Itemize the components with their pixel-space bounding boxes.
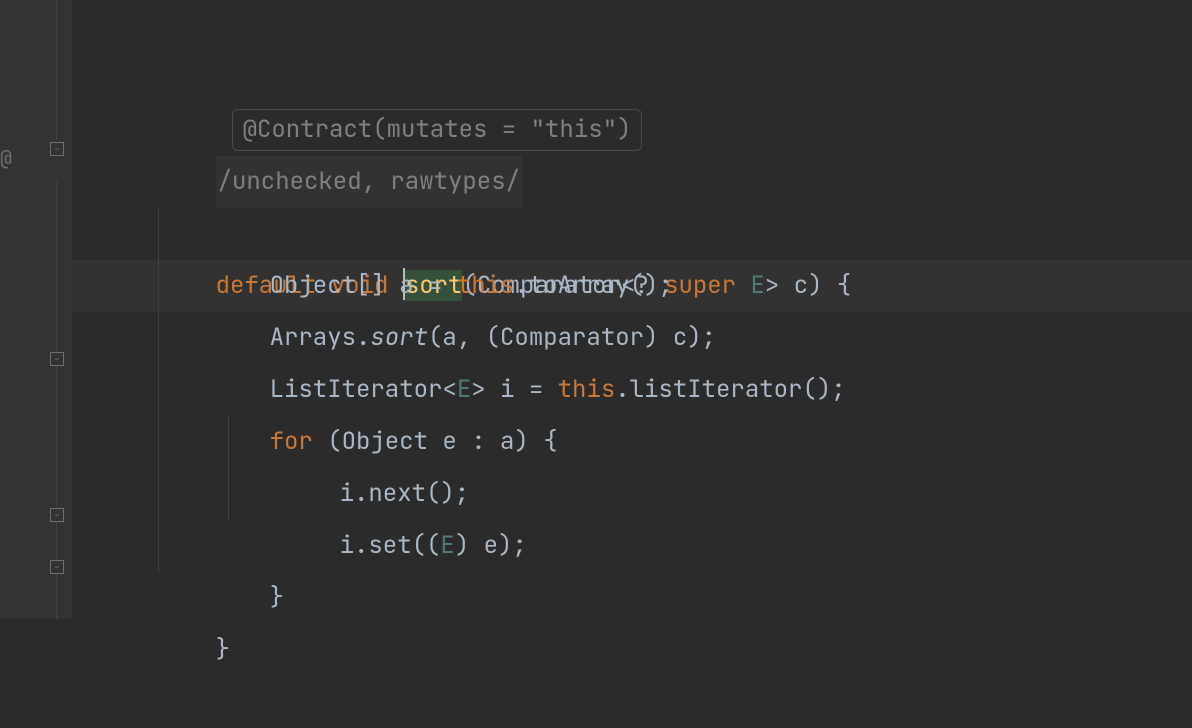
inferred-annotation: @Contract(mutates = "this") bbox=[72, 52, 1192, 104]
editor-gutter: @ − − − − bbox=[0, 0, 72, 619]
fold-close-icon[interactable]: − bbox=[50, 560, 64, 574]
code-line: Object[] a = this.toArray(); bbox=[72, 208, 1192, 260]
code-line: } bbox=[72, 520, 1192, 572]
fold-close-icon[interactable]: − bbox=[50, 508, 64, 522]
override-icon[interactable]: @ bbox=[0, 132, 12, 184]
indent-guide bbox=[228, 416, 229, 520]
code-editor[interactable]: @Contract(mutates = "this") /unchecked, … bbox=[72, 0, 1192, 624]
code-line: for (Object e : a) { bbox=[72, 364, 1192, 416]
code-line: /unchecked, rawtypes/ bbox=[72, 104, 1192, 156]
code-line-current: default void sort(Comparator<? super E> … bbox=[72, 156, 1192, 208]
code-line: Arrays.sort(a, (Comparator) c); bbox=[72, 260, 1192, 312]
fold-toggle-icon[interactable]: − bbox=[50, 142, 64, 156]
code-line: i.next(); bbox=[72, 416, 1192, 468]
code-line bbox=[72, 0, 1192, 52]
code-line: i.set((E) e); bbox=[72, 468, 1192, 520]
code-line: ListIterator<E> i = this.listIterator(); bbox=[72, 312, 1192, 364]
code-line: } bbox=[72, 572, 1192, 624]
fold-toggle-icon[interactable]: − bbox=[50, 352, 64, 366]
indent-guide bbox=[158, 208, 159, 572]
